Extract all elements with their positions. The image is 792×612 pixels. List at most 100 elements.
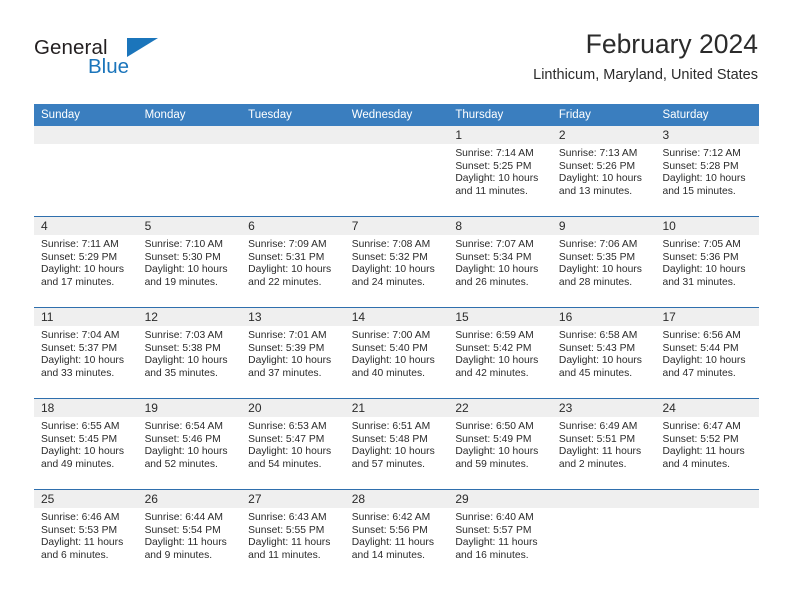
calendar-day-cell[interactable]: 29 Sunrise: 6:40 AM Sunset: 5:57 PM Dayligh…: [448, 490, 552, 580]
daylight-duration-line1: Daylight: 10 hours: [248, 264, 332, 276]
calendar-day-cell[interactable]: 3 Sunrise: 7:12 AM Sunset: 5:28 PM Daylight…: [655, 126, 760, 216]
calendar-day-cell[interactable]: 6 Sunrise: 7:09 AM Sunset: 5:31 PM Daylight…: [241, 217, 345, 307]
day-number-band: 16: [551, 308, 656, 326]
sunset-time: Sunset: 5:54 PM: [144, 524, 221, 536]
calendar-day-cell[interactable]: 12 Sunrise: 7:03 AM Sunset: 5:38 PM Dayligh…: [137, 308, 242, 398]
calendar-day-cell[interactable]: 17 Sunrise: 6:56 AM Sunset: 5:44 PM Dayligh…: [655, 308, 760, 398]
daylight-duration-line2: and 59 minutes.: [455, 458, 529, 470]
day-details: Sunrise: 6:44 AM Sunset: 5:54 PM Daylight:…: [138, 508, 242, 562]
sunset-time: Sunset: 5:39 PM: [248, 342, 325, 354]
calendar-day-cell[interactable]: 26 Sunrise: 6:44 AM Sunset: 5:54 PM Dayligh…: [137, 490, 242, 580]
sunrise-time: Sunrise: 7:04 AM: [41, 330, 120, 341]
daylight-duration-line1: Daylight: 10 hours: [41, 264, 124, 276]
sunrise-time: Sunrise: 6:56 AM: [662, 330, 741, 341]
calendar-day-cell[interactable]: 24 Sunrise: 6:47 AM Sunset: 5:52 PM Dayligh…: [655, 399, 760, 489]
day-details: Sunrise: 6:58 AM Sunset: 5:43 PM Daylight:…: [552, 326, 656, 380]
daylight-duration-line1: Daylight: 10 hours: [455, 355, 539, 367]
sunset-time: Sunset: 5:32 PM: [351, 251, 428, 263]
sunset-time: Sunset: 5:28 PM: [662, 160, 739, 172]
day-number: 23: [558, 401, 573, 415]
day-details: Sunrise: 7:12 AM Sunset: 5:28 PM Daylight:…: [655, 144, 759, 198]
day-details: Sunrise: 7:09 AM Sunset: 5:31 PM Daylight:…: [241, 235, 345, 289]
calendar-day-cell[interactable]: 5 Sunrise: 7:10 AM Sunset: 5:30 PM Daylight…: [137, 217, 242, 307]
daylight-duration-line1: Daylight: 10 hours: [455, 446, 539, 458]
calendar-day-cell[interactable]: 18 Sunrise: 6:55 AM Sunset: 5:45 PM Dayligh…: [34, 399, 138, 489]
calendar-day-cell[interactable]: 15 Sunrise: 6:59 AM Sunset: 5:42 PM Dayligh…: [448, 308, 552, 398]
day-number-band: 2: [551, 126, 656, 144]
daylight-duration-line2: and 49 minutes.: [41, 458, 115, 470]
day-number-band: 24: [655, 399, 760, 417]
day-number-band: 17: [655, 308, 760, 326]
day-details: Sunrise: 7:14 AM Sunset: 5:25 PM Daylight:…: [448, 144, 552, 198]
day-number-band: [551, 490, 656, 508]
daylight-duration-line2: and 15 minutes.: [662, 185, 736, 197]
day-details: Sunrise: 6:51 AM Sunset: 5:48 PM Daylight:…: [345, 417, 449, 471]
calendar-day-cell[interactable]: 8 Sunrise: 7:07 AM Sunset: 5:34 PM Daylight…: [448, 217, 552, 307]
page-subtitle: Linthicum, Maryland, United States: [533, 67, 758, 83]
sunrise-time: Sunrise: 7:03 AM: [144, 330, 223, 341]
day-details: [655, 508, 759, 512]
daylight-duration-line2: and 37 minutes.: [248, 367, 322, 379]
calendar-day-cell[interactable]: 19 Sunrise: 6:54 AM Sunset: 5:46 PM Dayligh…: [137, 399, 242, 489]
day-details: Sunrise: 7:08 AM Sunset: 5:32 PM Daylight:…: [345, 235, 449, 289]
sunrise-time: Sunrise: 7:13 AM: [558, 148, 638, 159]
daylight-duration-line2: and 11 minutes.: [248, 549, 321, 561]
daylight-duration-line2: and 24 minutes.: [351, 276, 426, 288]
calendar-day-cell[interactable]: 23 Sunrise: 6:49 AM Sunset: 5:51 PM Dayligh…: [551, 399, 656, 489]
calendar-day-cell[interactable]: 28 Sunrise: 6:42 AM Sunset: 5:56 PM Dayligh…: [344, 490, 449, 580]
weekday-header-tuesday: Tuesday: [248, 109, 292, 121]
day-number: 6: [248, 219, 255, 233]
calendar-day-cell[interactable]: 4 Sunrise: 7:11 AM Sunset: 5:29 PM Daylight…: [34, 217, 138, 307]
calendar-day-cell[interactable]: 10 Sunrise: 7:05 AM Sunset: 5:36 PM Dayligh…: [655, 217, 760, 307]
calendar-day-cell-empty: [34, 126, 138, 216]
weekday-header-sunday: Sunday: [41, 109, 81, 121]
day-number-band: 1: [448, 126, 552, 144]
day-number: 9: [558, 219, 566, 233]
calendar-day-cell[interactable]: 22 Sunrise: 6:50 AM Sunset: 5:49 PM Dayligh…: [448, 399, 552, 489]
calendar-day-cell[interactable]: 13 Sunrise: 7:01 AM Sunset: 5:39 PM Dayligh…: [241, 308, 345, 398]
calendar-day-cell[interactable]: 20 Sunrise: 6:53 AM Sunset: 5:47 PM Dayligh…: [241, 399, 345, 489]
weekday-header-friday: Friday: [558, 109, 591, 121]
daylight-duration-line2: and 16 minutes.: [455, 549, 529, 561]
day-number-band: 8: [448, 217, 552, 235]
calendar-day-cell[interactable]: 2 Sunrise: 7:13 AM Sunset: 5:26 PM Daylight…: [551, 126, 656, 216]
sunset-time: Sunset: 5:45 PM: [41, 433, 118, 445]
calendar-day-cell[interactable]: 25 Sunrise: 6:46 AM Sunset: 5:53 PM Dayligh…: [34, 490, 138, 580]
day-details: [138, 144, 242, 148]
calendar-day-cell[interactable]: 21 Sunrise: 6:51 AM Sunset: 5:48 PM Dayligh…: [344, 399, 449, 489]
day-details: Sunrise: 6:47 AM Sunset: 5:52 PM Daylight:…: [655, 417, 759, 471]
sunrise-time: Sunrise: 6:55 AM: [41, 421, 120, 432]
day-number-band: 21: [344, 399, 449, 417]
calendar-day-cell[interactable]: 27 Sunrise: 6:43 AM Sunset: 5:55 PM Dayligh…: [241, 490, 345, 580]
calendar-day-cell[interactable]: 11 Sunrise: 7:04 AM Sunset: 5:37 PM Dayligh…: [34, 308, 138, 398]
day-details: Sunrise: 7:10 AM Sunset: 5:30 PM Daylight:…: [138, 235, 242, 289]
day-number-band: 4: [34, 217, 138, 235]
day-details: Sunrise: 6:50 AM Sunset: 5:49 PM Daylight:…: [448, 417, 552, 471]
calendar-day-cell[interactable]: 9 Sunrise: 7:06 AM Sunset: 5:35 PM Daylight…: [551, 217, 656, 307]
general-blue-logo[interactable]: General Blue: [34, 36, 204, 92]
calendar-day-cell[interactable]: 14 Sunrise: 7:00 AM Sunset: 5:40 PM Dayligh…: [344, 308, 449, 398]
day-number-band: 22: [448, 399, 552, 417]
calendar-day-cell[interactable]: 7 Sunrise: 7:08 AM Sunset: 5:32 PM Daylight…: [344, 217, 449, 307]
sunrise-time: Sunrise: 7:14 AM: [455, 148, 534, 159]
day-details: Sunrise: 6:46 AM Sunset: 5:53 PM Daylight:…: [34, 508, 138, 562]
day-number-band: 3: [655, 126, 760, 144]
day-details: Sunrise: 7:11 AM Sunset: 5:29 PM Daylight:…: [34, 235, 138, 289]
day-details: Sunrise: 6:40 AM Sunset: 5:57 PM Daylight:…: [448, 508, 552, 562]
daylight-duration-line1: Daylight: 10 hours: [41, 355, 124, 367]
day-number-band: 29: [448, 490, 552, 508]
daylight-duration-line2: and 22 minutes.: [248, 276, 322, 288]
day-details: Sunrise: 7:00 AM Sunset: 5:40 PM Daylight:…: [345, 326, 449, 380]
day-number-band: 18: [34, 399, 138, 417]
sunset-time: Sunset: 5:26 PM: [558, 160, 636, 172]
sunrise-time: Sunrise: 6:53 AM: [248, 421, 327, 432]
day-details: Sunrise: 6:56 AM Sunset: 5:44 PM Daylight:…: [655, 326, 759, 380]
calendar-day-cell[interactable]: 1 Sunrise: 7:14 AM Sunset: 5:25 PM Daylight…: [448, 126, 552, 216]
day-number-band: [34, 126, 138, 144]
daylight-duration-line2: and 52 minutes.: [144, 458, 218, 470]
daylight-duration-line1: Daylight: 10 hours: [248, 446, 332, 458]
day-number-band: 27: [241, 490, 345, 508]
daylight-duration-line1: Daylight: 10 hours: [144, 446, 228, 458]
calendar-day-cell-empty: [137, 126, 242, 216]
calendar-day-cell[interactable]: 16 Sunrise: 6:58 AM Sunset: 5:43 PM Dayligh…: [551, 308, 656, 398]
